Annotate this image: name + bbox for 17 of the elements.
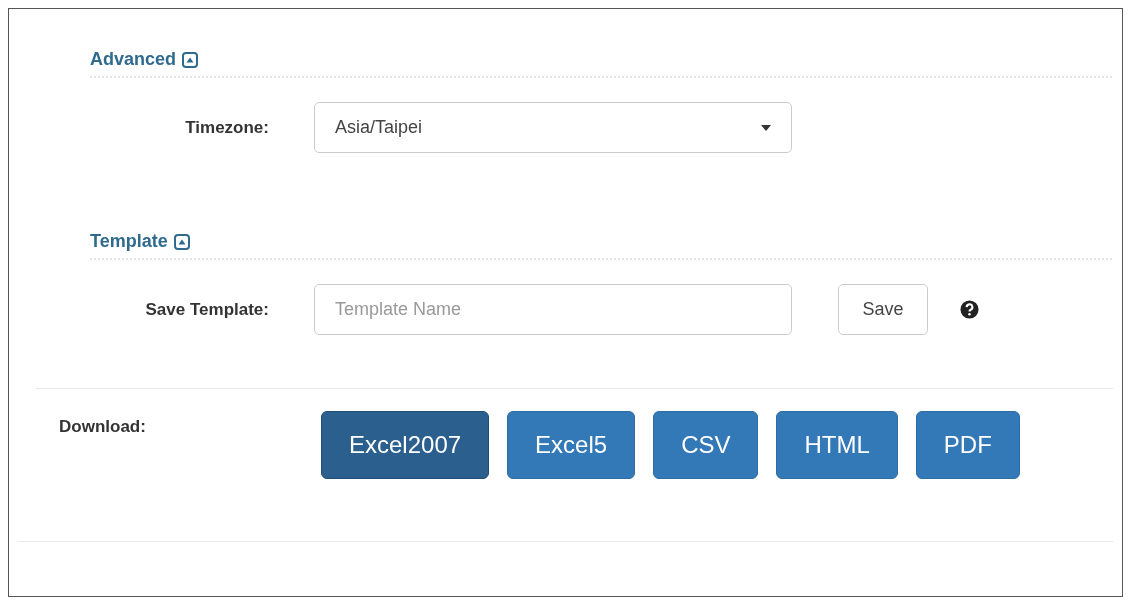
download-button[interactable]: Excel5 xyxy=(507,411,636,479)
field-label: Save Template: xyxy=(144,299,269,320)
download-button[interactable]: CSV xyxy=(653,411,759,479)
collapse-icon[interactable] xyxy=(173,233,190,250)
download-button[interactable]: PDF xyxy=(915,411,1020,479)
caret-icon xyxy=(761,124,771,131)
save-button[interactable]: Save xyxy=(838,284,928,335)
section-heading[interactable]: Template xyxy=(90,231,168,252)
section-heading[interactable]: Advanced xyxy=(90,49,177,70)
timezone-select[interactable]: Asia/Taipei xyxy=(314,102,792,153)
template-name-field[interactable]: Template Name xyxy=(314,284,792,335)
download-label: Download: xyxy=(59,417,147,437)
help-icon[interactable] xyxy=(960,300,979,319)
download-button[interactable]: Excel2007 xyxy=(321,411,490,479)
collapse-icon[interactable] xyxy=(182,51,199,68)
field-label: Timezone: xyxy=(184,117,269,138)
download-button[interactable]: HTML xyxy=(776,411,898,479)
